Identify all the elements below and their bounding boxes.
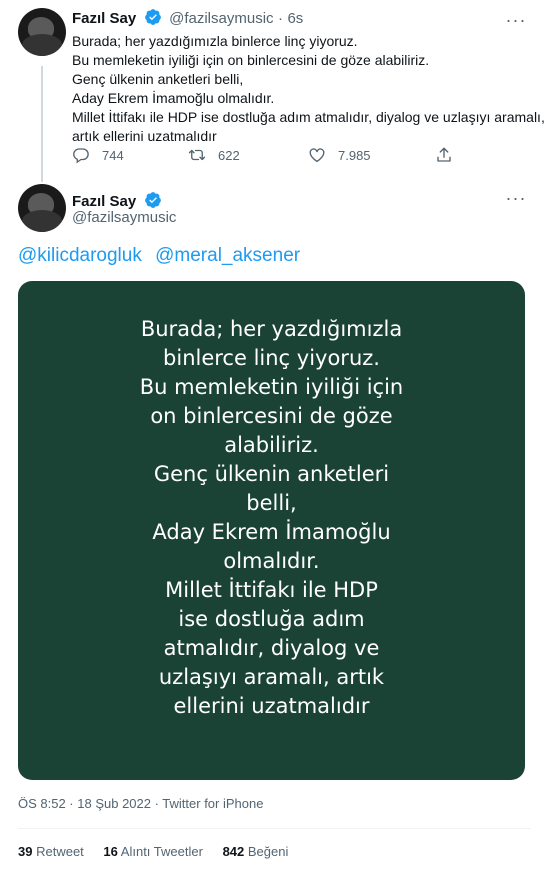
author-name[interactable]: Fazıl Say [72,10,136,27]
verified-badge-icon [144,192,161,208]
image-line: uzlaşıyı aramalı, artık [158,665,385,689]
mention-link[interactable]: @meral_aksener [155,245,300,266]
image-line: Bu memleketin iyiliği için [139,375,404,399]
image-line: Millet İttifakı ile HDP [165,578,378,602]
author-handle[interactable]: @fazilsaymusic [72,209,176,226]
tweet-line: artık ellerini uzatmalıdır [72,128,217,144]
tweet1-actions: 744 622 7.985 [72,146,492,170]
tweet-line: Genç ülkenin anketleri belli, [72,71,244,87]
quote-stat-label: Alıntı Tweetler [120,844,203,859]
mention-link[interactable]: @kilicdarogluk [18,245,142,266]
image-line: alabiliriz. [224,433,319,457]
avatar-tweet1[interactable] [18,8,66,56]
like-count: 7.985 [338,147,371,163]
author-handle[interactable]: @fazilsaymusic [169,10,273,27]
tweet-line: Bu memleketin iyiliği için on binlercesi… [72,52,430,68]
like-icon [309,148,325,163]
tweet-line: Burada; her yazdığımızla binlerce linç y… [72,33,358,49]
share-button[interactable] [435,146,453,164]
reply-button[interactable]: 744 [72,146,124,164]
like-stat[interactable]: 842 Beğeni [223,844,289,859]
tweet-line: Aday Ekrem İmamoğlu olmalıdır. [72,90,275,106]
mentions: @kilicdarogluk @meral_aksener [18,245,308,267]
image-line: ellerini uzatmalıdır [173,694,370,718]
retweet-stat[interactable]: 39 Retweet [18,844,84,859]
quote-stat[interactable]: 16 Alıntı Tweetler [103,844,203,859]
image-line: Genç ülkenin anketleri [153,462,390,486]
retweet-button[interactable]: 622 [188,146,240,164]
like-button[interactable]: 7.985 [308,146,371,164]
tweet2-header: Fazıl Say [72,191,165,211]
quote-stat-count: 16 [103,844,118,859]
tweet-stats: 39 Retweet 16 Alıntı Tweetler 842 Beğeni [18,844,304,859]
like-stat-label: Beğeni [247,844,289,859]
reply-count: 744 [102,147,124,163]
thread-line [41,66,43,182]
retweet-stat-count: 39 [18,844,33,859]
retweet-stat-label: Retweet [36,844,84,859]
image-line: binlerce linç yiyoruz. [163,346,380,370]
reply-icon [73,148,89,164]
avatar-tweet2[interactable] [18,184,66,232]
image-line: on binlercesini de göze [150,404,393,428]
more-icon[interactable]: ··· [504,186,528,210]
tweet-image[interactable]: Burada; her yazdığımızla binlerce linç y… [18,281,525,780]
retweet-icon [188,149,206,161]
tweet1-text: Burada; her yazdığımızla binlerce linç y… [72,32,545,146]
image-line: ise dostluğa adım [178,607,365,631]
image-line: Aday Ekrem İmamoğlu [152,520,391,544]
verified-badge-icon [144,9,161,25]
like-stat-count: 842 [222,844,245,859]
tweet-time[interactable]: 6s [287,10,303,27]
image-line: olmalıdır. [223,549,320,573]
author-name[interactable]: Fazıl Say [72,193,136,210]
tweet-timestamp[interactable]: ÖS 8:52 · 18 Şub 2022 · Twitter for iPho… [18,796,263,811]
tweet1-header: Fazıl Say @fazilsaymusic · 6s [72,8,303,28]
image-line: atmalıdır, diyalog ve [163,636,380,660]
share-icon [437,147,451,162]
more-icon[interactable]: ··· [504,8,528,32]
divider [18,828,531,829]
image-line: belli, [246,491,297,515]
image-text: Burada; her yazdığımızla binlerce linç y… [18,315,525,721]
tweet-line: Millet İttifakı ile HDP ise dostluğa adı… [72,109,545,125]
retweet-count: 622 [218,147,240,163]
image-line: Burada; her yazdığımızla [140,317,403,341]
separator: · [277,10,283,27]
